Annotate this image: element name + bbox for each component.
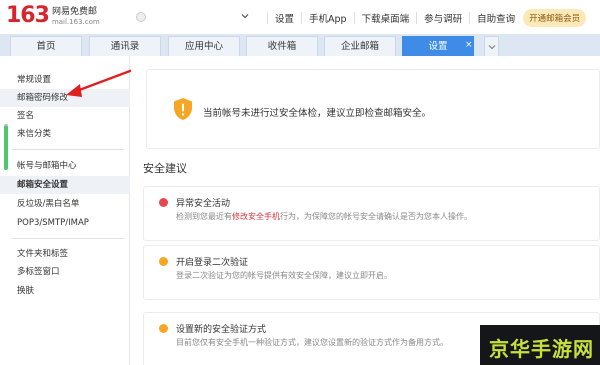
- nav-divider: [469, 12, 471, 24]
- sidebar-divider: [12, 238, 124, 239]
- top-header: 163 网易免费邮 mail.163.com 设置 手机App 下载桌面端 参与…: [0, 0, 600, 36]
- section-title: 安全建议: [143, 162, 187, 175]
- chevron-down-icon[interactable]: [240, 11, 250, 21]
- nav-link-self-service[interactable]: 自助查询: [477, 11, 515, 25]
- alert-message: 当前帐号未进行过安全体检，建议立即检查邮箱安全。: [203, 108, 432, 119]
- nav-divider: [267, 12, 268, 24]
- warning-dot-icon: [159, 198, 168, 207]
- sidebar-divider: [12, 149, 124, 150]
- card-desc-link[interactable]: 修改安全手机: [232, 212, 280, 221]
- shield-warning-icon: [174, 98, 192, 120]
- nav-link-mobile-app[interactable]: 手机App: [309, 11, 347, 25]
- tab-settings[interactable]: 设置: [402, 36, 474, 56]
- suggestion-card-2fa[interactable]: 开启登录二次验证 登录二次验证为您的帐号提供有效安全保障，建议立即开启。: [143, 245, 600, 300]
- tab-contacts[interactable]: 通讯录: [89, 36, 161, 56]
- security-check-alert: 当前帐号未进行过安全体检，建议立即检查邮箱安全。: [146, 69, 600, 149]
- settings-sidebar: 常规设置 邮箱密码修改 签名 来信分类 帐号与邮箱中心 邮箱安全设置 反垃圾/黑…: [0, 56, 130, 365]
- watermark-text: 京华手游网: [489, 337, 594, 361]
- card-description: 检测到您最近有修改安全手机行为，为保障您的帐号安全请确认是否为您本人操作。: [176, 211, 472, 222]
- nav-divider: [301, 12, 303, 24]
- logo-domain: mail.163.com: [51, 18, 100, 26]
- security-settings-panel: 当前帐号未进行过安全体检，建议立即检查邮箱安全。 安全建议 异常安全活动 检测到…: [131, 56, 600, 365]
- header-nav: 设置 手机App 下载桌面端 参与调研 自助查询 开通邮箱会员: [260, 0, 587, 36]
- nav-link-settings[interactable]: 设置: [275, 11, 294, 25]
- tab-bar: 首页 通讯录 应用中心 收件箱 企业邮箱 设置 ×: [0, 34, 600, 56]
- card-desc-text: 检测到您最近有: [176, 212, 232, 221]
- logo-title: 网易免费邮: [51, 7, 97, 17]
- card-description: 目前您仅有安全手机一种验证方式，建议您设置新的验证方式作为备用方式。: [176, 338, 448, 347]
- sidebar-item-account-center[interactable]: 帐号与邮箱中心: [0, 157, 130, 175]
- sidebar-item-mail-filter[interactable]: 来信分类: [0, 125, 130, 143]
- sidebar-item-skin[interactable]: 换肤: [0, 282, 130, 300]
- logo-number: 163: [6, 3, 50, 28]
- sidebar-item-signature[interactable]: 签名: [0, 107, 130, 125]
- card-title: 设置新的安全验证方式: [176, 325, 267, 335]
- nav-link-survey[interactable]: 参与调研: [424, 11, 462, 25]
- mail-logo[interactable]: 163 网易免费邮 mail.163.com: [6, 5, 100, 27]
- tab-app-center[interactable]: 应用中心: [168, 36, 240, 56]
- sidebar-item-security[interactable]: 邮箱安全设置: [0, 176, 130, 194]
- tab-inbox[interactable]: 收件箱: [246, 36, 318, 56]
- sidebar-item-spam[interactable]: 反垃圾/黑白名单: [0, 195, 130, 213]
- tab-more-button[interactable]: [484, 36, 499, 56]
- suggestion-card-abnormal[interactable]: 异常安全活动 检测到您最近有修改安全手机行为，为保障您的帐号安全请确认是否为您本…: [143, 186, 600, 241]
- card-title: 异常安全活动: [176, 199, 231, 209]
- sidebar-item-pop3[interactable]: POP3/SMTP/IMAP: [0, 214, 130, 232]
- tab-enterprise-mail[interactable]: 企业邮箱: [324, 36, 396, 56]
- sidebar-item-folders[interactable]: 文件夹和标签: [0, 245, 130, 263]
- warning-dot-icon: [159, 257, 168, 266]
- card-desc-text: 行为，为保障您的帐号安全请确认是否为您本人操作。: [280, 212, 472, 221]
- nav-link-desktop-download[interactable]: 下载桌面端: [362, 11, 410, 25]
- vip-membership-button[interactable]: 开通邮箱会员: [523, 9, 587, 27]
- tab-home[interactable]: 首页: [10, 36, 82, 56]
- site-watermark: 京华手游网: [480, 325, 600, 365]
- card-title: 开启登录二次验证: [176, 258, 249, 268]
- nav-divider: [416, 12, 418, 24]
- tab-close-icon[interactable]: ×: [465, 41, 473, 50]
- chevron-down-icon: [488, 45, 496, 50]
- status-dot-icon: [136, 12, 146, 22]
- warning-dot-icon: [159, 324, 168, 333]
- sidebar-item-multitab[interactable]: 多标签窗口: [0, 263, 130, 281]
- card-description: 登录二次验证为您的帐号提供有效安全保障，建议立即开启。: [176, 271, 392, 280]
- nav-divider: [353, 12, 355, 24]
